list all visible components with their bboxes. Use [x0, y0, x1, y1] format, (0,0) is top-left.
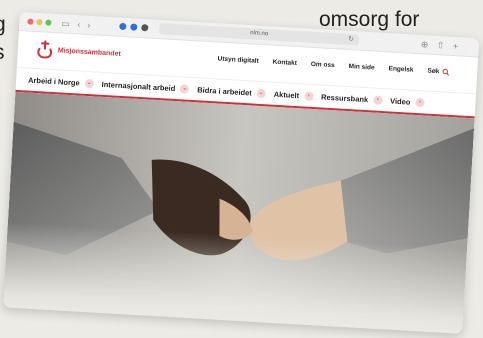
reload-icon[interactable]: ↻ — [348, 34, 354, 45]
background-text-fragment: s — [0, 41, 5, 65]
nav-item-bidra-i-arbeidet[interactable]: Bidra i arbeidet ⌄ — [197, 84, 267, 98]
nav-item-label: Video — [389, 95, 411, 107]
search-icon — [442, 68, 450, 76]
chevron-right-icon: › — [303, 91, 314, 101]
nav-item-aktuelt[interactable]: Aktuelt › — [273, 89, 314, 101]
nav-item-ressursbank[interactable]: Ressursbank › — [321, 92, 383, 105]
share-icon[interactable]: ⇧ — [436, 39, 445, 51]
utility-link-engelsk[interactable]: Engelsk — [388, 65, 413, 73]
chevron-right-icon: › — [415, 97, 425, 107]
hero-image — [2, 91, 475, 334]
new-tab-icon[interactable]: + — [452, 40, 458, 52]
logo-mark[interactable] — [35, 39, 54, 60]
extension-icon[interactable] — [141, 24, 149, 32]
nav-item-label: Bidra i arbeidet — [197, 84, 253, 97]
maximize-window-button[interactable] — [45, 19, 52, 26]
chevron-down-icon: ⌄ — [84, 78, 94, 88]
chevron-down-icon: ⌄ — [180, 83, 190, 94]
site-logo-text[interactable]: Misjonssambandet — [58, 47, 121, 58]
utility-nav: Utsyn digitalt Kontakt Om oss Min side E… — [217, 55, 450, 76]
close-window-button[interactable] — [27, 18, 34, 25]
search-label: Søk — [427, 67, 440, 76]
chevron-down-icon: ⌄ — [256, 88, 267, 98]
back-icon[interactable]: ‹ — [77, 18, 81, 30]
background-text-fragment: g — [0, 13, 6, 37]
utility-link-min-side[interactable]: Min side — [348, 63, 374, 71]
background-text-fragment: omsorg for — [319, 8, 420, 31]
nav-item-label: Aktuelt — [273, 89, 300, 100]
extension-icon[interactable] — [119, 22, 127, 31]
utility-link-utsyn[interactable]: Utsyn digitalt — [217, 55, 259, 64]
minimize-window-button[interactable] — [36, 18, 43, 26]
nav-item-internasjonalt-arbeid[interactable]: Internasjonalt arbeid ⌄ — [101, 79, 190, 94]
browser-window: ▭ ‹ › nlm.no ↻ ⊕ ⇧ + Misjonssambandet Ut… — [2, 12, 480, 334]
chevron-right-icon: › — [372, 94, 383, 105]
sidebar-icon[interactable]: ▭ — [61, 17, 70, 29]
extension-icon[interactable] — [130, 23, 138, 31]
nav-item-label: Ressursbank — [320, 91, 369, 104]
utility-link-kontakt[interactable]: Kontakt — [273, 59, 298, 67]
url-text: nlm.no — [249, 30, 269, 38]
download-icon[interactable]: ⊕ — [420, 38, 429, 50]
utility-link-om-oss[interactable]: Om oss — [311, 61, 335, 69]
nav-item-label: Internasjonalt arbeid — [101, 79, 176, 93]
forward-icon[interactable]: › — [87, 19, 91, 31]
nav-item-arbeid-i-norge[interactable]: Arbeid i Norge ⌄ — [28, 75, 94, 88]
search-button[interactable]: Søk — [427, 67, 450, 76]
nav-item-label: Arbeid i Norge — [27, 75, 80, 88]
nav-item-video[interactable]: Video › — [390, 96, 425, 107]
